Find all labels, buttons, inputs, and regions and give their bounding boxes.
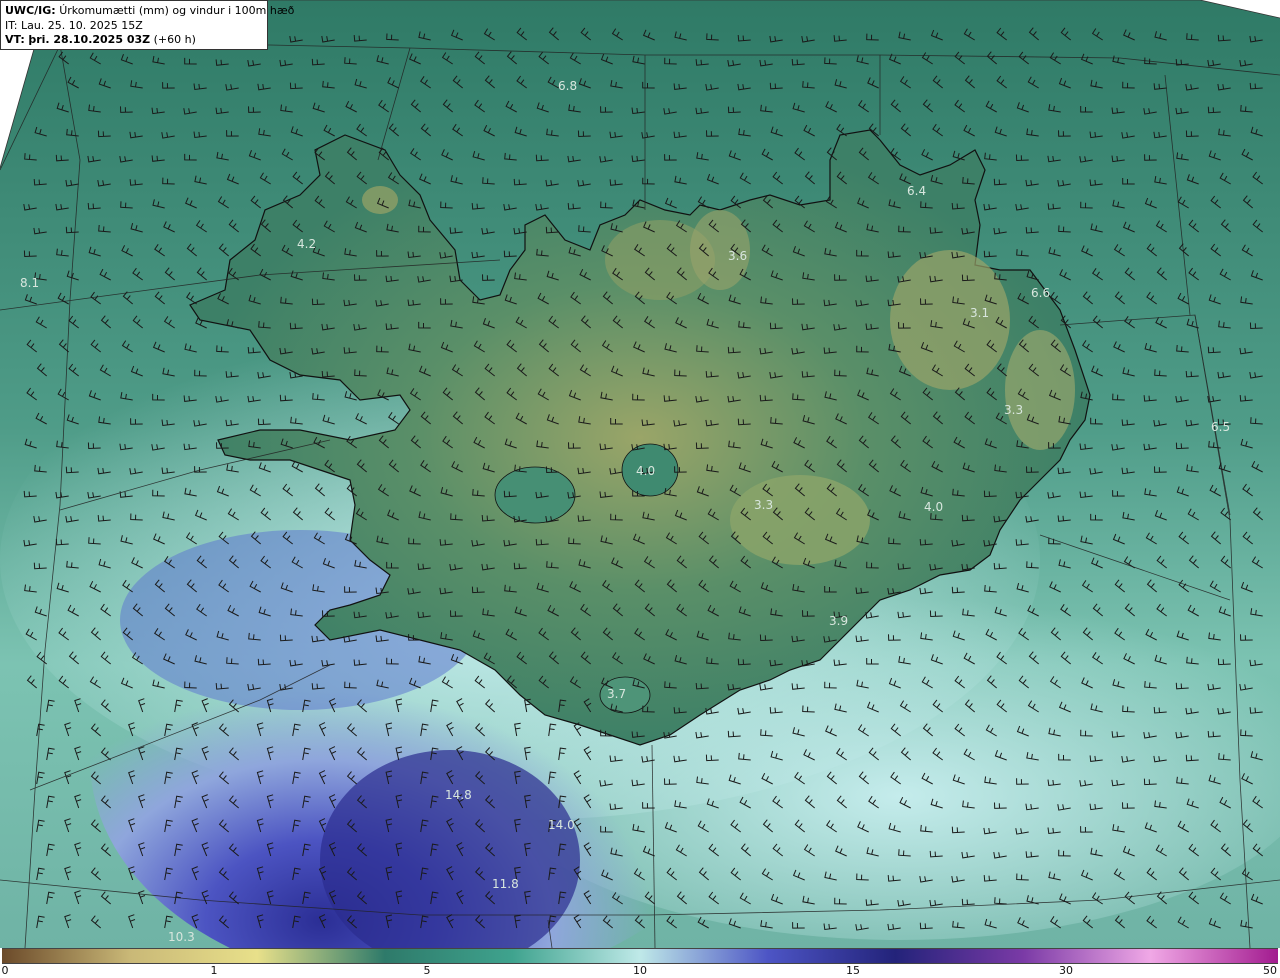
init-time: IT: Lau. 25. 10. 2025 15Z [5,18,143,32]
precip-label: 3.3 [754,498,773,512]
colorbar-tick-label: 50 [1263,964,1277,977]
precip-label: 6.4 [907,184,926,198]
colorbar-tick-label: 1 [210,964,218,977]
precip-label: 6.6 [1031,286,1050,300]
precip-label: 4.2 [297,237,316,251]
valid-time-row: VT: þri. 28.10.2025 03Z (+60 h) [5,33,263,48]
precip-label: 8.1 [20,276,39,290]
map-info-box: UWC/IG: Úrkomumætti (mm) og vindur i 100… [0,0,294,50]
precip-label: 4.0 [636,464,655,478]
title-row: UWC/IG: Úrkomumætti (mm) og vindur i 100… [5,4,294,19]
precip-label: 10.3 [168,930,195,944]
colorbar-tick-label: 0 [1,964,9,977]
lead-time: (+60 h) [153,33,196,46]
precip-label: 3.9 [829,614,848,628]
precip-label: 4.0 [924,500,943,514]
precip-label: 14.8 [445,788,472,802]
precip-label: 6.5 [1211,420,1230,434]
colorbar-tick-label: 15 [846,964,860,977]
precipitation-wind-map: 6.8 8.1 4.2 6.4 3.6 3.1 6.6 3.3 6.5 4.0 … [0,0,1280,948]
precip-label: 6.8 [558,79,577,93]
colorbar: 0 1 5 10 15 30 50 [0,948,1280,978]
map-title: Úrkomumætti (mm) og vindur i 100m hæð [59,4,295,17]
valid-time: þri. 28.10.2025 03Z [28,33,151,46]
precip-label: 14.0 [548,818,575,832]
model-label: UWC/IG: [5,4,56,17]
colorbar-tick-label: 5 [423,964,431,977]
precip-label: 11.8 [492,877,519,891]
precip-label: 3.3 [1004,403,1023,417]
colorbar-strip [2,948,1278,964]
colorbar-tick-label: 30 [1059,964,1073,977]
precip-label: 3.7 [607,687,626,701]
valid-label: VT: [5,33,25,46]
precip-label: 3.6 [728,249,747,263]
colorbar-tick-label: 10 [633,964,647,977]
precip-label: 3.1 [970,306,989,320]
